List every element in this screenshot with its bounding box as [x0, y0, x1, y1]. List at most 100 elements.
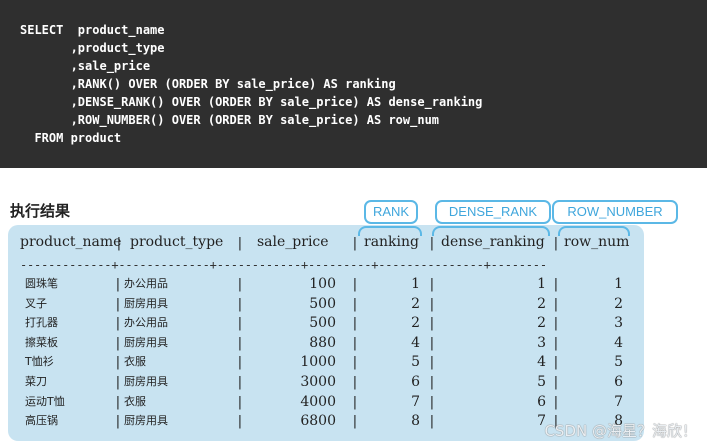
row-divider: |	[552, 335, 560, 351]
cell-product-type: 厨房用具	[124, 335, 168, 349]
cell-row-num: 5	[614, 354, 623, 371]
row-divider: |	[552, 394, 560, 410]
row-divider: |	[236, 277, 244, 292]
header-row-num: row_num	[564, 234, 630, 250]
row-divider: |	[351, 355, 359, 371]
cell-product-name: 打孔器	[25, 316, 58, 330]
cell-product-type: 办公用品	[124, 277, 168, 290]
cell-product-type: 厨房用具	[124, 414, 168, 428]
row-divider: |	[114, 335, 122, 351]
cell-sale-price: 880	[309, 334, 336, 351]
cell-row-num: 6	[614, 374, 623, 390]
row-divider: |	[351, 316, 359, 332]
row-divider: |	[428, 394, 436, 410]
row-divider: |	[236, 296, 244, 312]
header-divider: |	[115, 236, 123, 251]
cell-ranking: 2	[411, 315, 420, 332]
cell-sale-price: 4000	[300, 393, 336, 410]
row-divider: |	[114, 277, 122, 292]
header-separator: -------------+-------------+------------…	[20, 258, 547, 272]
watermark: CSDN @海星？海欣！	[544, 422, 697, 440]
cell-sale-price: 100	[309, 276, 336, 292]
row-divider: |	[552, 296, 560, 312]
row-divider: |	[114, 355, 122, 371]
cell-dense-ranking: 5	[537, 374, 546, 390]
cell-product-name: 菜刀	[25, 375, 47, 388]
rank-tag: RANK	[364, 200, 418, 224]
row-divider: |	[114, 414, 122, 430]
row-divider: |	[236, 375, 244, 390]
sql-line-2: ,product_type	[20, 41, 165, 55]
cell-sale-price: 500	[309, 315, 336, 332]
header-ranking: ranking	[364, 234, 419, 250]
sql-line-5: ,DENSE_RANK() OVER (ORDER BY sale_price)…	[20, 95, 483, 109]
row-divider: |	[428, 355, 436, 371]
cell-sale-price: 6800	[300, 413, 336, 430]
cell-row-num: 4	[614, 334, 623, 351]
cell-ranking: 7	[411, 393, 420, 410]
cell-dense-ranking: 2	[537, 315, 546, 332]
sql-line-6: ,ROW_NUMBER() OVER (ORDER BY sale_price)…	[20, 113, 440, 127]
row-divider: |	[114, 375, 122, 390]
header-divider: |	[351, 236, 359, 251]
row-divider: |	[428, 414, 436, 430]
row-divider: |	[351, 335, 359, 351]
row-divider: |	[428, 335, 436, 351]
cell-sale-price: 3000	[300, 374, 336, 390]
cell-dense-ranking: 1	[537, 276, 546, 292]
sql-code-block: SELECT product_name ,product_type ,sale_…	[0, 0, 707, 168]
cell-sale-price: 500	[309, 295, 336, 312]
cell-product-name: 运动T恤	[25, 394, 65, 408]
cell-product-name: T恤衫	[25, 355, 54, 369]
cell-product-name: 叉子	[25, 296, 47, 310]
cell-row-num: 1	[614, 276, 623, 292]
cell-ranking: 2	[411, 295, 420, 312]
row-number-tag: ROW_NUMBER	[552, 200, 678, 224]
row-divider: |	[351, 296, 359, 312]
row-divider: |	[114, 296, 122, 312]
row-divider: |	[428, 296, 436, 312]
cell-dense-ranking: 6	[537, 393, 546, 410]
header-divider: |	[552, 236, 560, 251]
cell-product-type: 厨房用具	[124, 296, 168, 310]
cell-product-type: 衣服	[124, 355, 146, 369]
row-divider: |	[552, 277, 560, 292]
row-divider: |	[114, 316, 122, 332]
header-divider: |	[236, 236, 244, 251]
sql-line-7: FROM product	[20, 131, 122, 145]
cell-product-name: 圆珠笔	[25, 277, 58, 290]
header-sale-price: sale_price	[257, 234, 329, 250]
row-divider: |	[428, 375, 436, 390]
dense-rank-tag: DENSE_RANK	[435, 200, 551, 224]
sql-line-4: ,RANK() OVER (ORDER BY sale_price) AS ra…	[20, 77, 396, 91]
cell-product-type: 办公用品	[124, 316, 168, 330]
header-dense-ranking: dense_ranking	[441, 234, 545, 250]
sql-line-1: SELECT product_name	[20, 23, 165, 37]
page: SELECT product_name ,product_type ,sale_…	[0, 0, 707, 448]
cell-dense-ranking: 3	[537, 334, 546, 351]
result-title: 执行结果	[10, 202, 71, 220]
row-divider: |	[428, 316, 436, 332]
cell-dense-ranking: 2	[537, 295, 546, 312]
row-divider: |	[236, 414, 244, 430]
row-divider: |	[236, 316, 244, 332]
cell-ranking: 6	[411, 374, 420, 390]
cell-dense-ranking: 7	[537, 413, 546, 430]
row-divider: |	[114, 394, 122, 410]
cell-ranking: 1	[411, 276, 420, 292]
cell-ranking: 8	[411, 413, 420, 430]
cell-product-name: 擦菜板	[25, 335, 58, 349]
cell-ranking: 4	[411, 334, 420, 351]
cell-row-num: 3	[614, 315, 623, 332]
row-divider: |	[552, 316, 560, 332]
row-divider: |	[351, 375, 359, 390]
row-divider: |	[236, 355, 244, 371]
row-divider: |	[236, 335, 244, 351]
row-divider: |	[351, 394, 359, 410]
cell-ranking: 5	[411, 354, 420, 371]
header-product-type: product_type	[130, 234, 224, 250]
cell-product-type: 衣服	[124, 394, 146, 408]
header-product-name: product_name	[20, 234, 122, 250]
row-divider: |	[351, 277, 359, 292]
cell-product-name: 高压锅	[25, 414, 58, 428]
